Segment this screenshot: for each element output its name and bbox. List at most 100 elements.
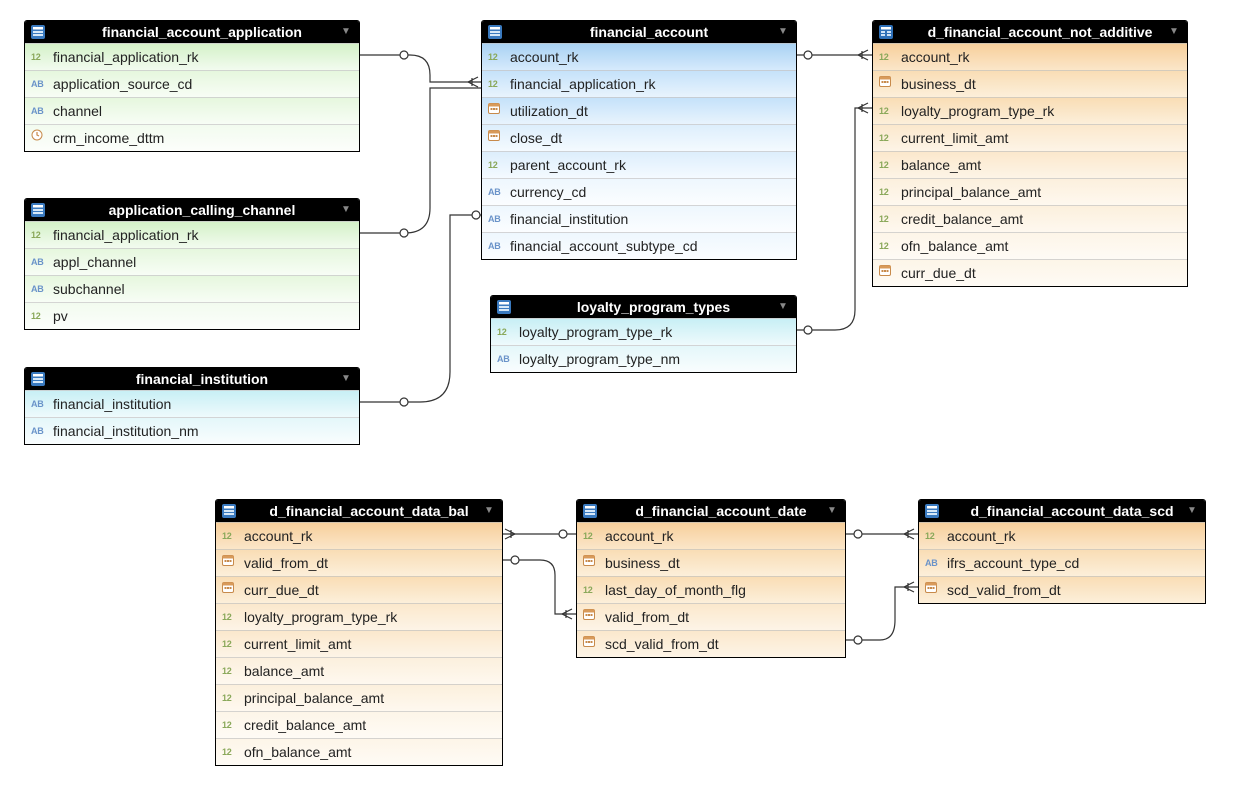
- column-row[interactable]: ABfinancial_institution: [482, 205, 796, 232]
- entity-title: d_financial_account_data_scd: [939, 500, 1205, 522]
- entity-loyalty_program_types[interactable]: loyalty_program_types▼12loyalty_program_…: [490, 295, 797, 373]
- datatype-badge: AB: [497, 346, 513, 372]
- column-row[interactable]: ABchannel: [25, 97, 359, 124]
- column-row[interactable]: 12balance_amt: [873, 151, 1187, 178]
- column-row[interactable]: curr_due_dt: [216, 576, 502, 603]
- column-row[interactable]: valid_from_dt: [577, 603, 845, 630]
- chevron-down-icon[interactable]: ▼: [1165, 21, 1183, 43]
- column-row[interactable]: utilization_dt: [482, 97, 796, 124]
- column-row[interactable]: 12credit_balance_amt: [216, 711, 502, 738]
- column-row[interactable]: 12account_rk: [919, 522, 1205, 549]
- datatype-badge: 12: [925, 523, 941, 549]
- table-icon: [583, 504, 597, 518]
- column-row[interactable]: ABloyalty_program_type_nm: [491, 345, 796, 372]
- column-name: ofn_balance_amt: [244, 739, 351, 765]
- column-row[interactable]: 12loyalty_program_type_rk: [873, 97, 1187, 124]
- column-name: current_limit_amt: [901, 125, 1008, 151]
- entity-financial_account[interactable]: financial_account▼12account_rk12financia…: [481, 20, 797, 260]
- column-name: financial_application_rk: [510, 71, 656, 97]
- column-row[interactable]: 12financial_application_rk: [25, 221, 359, 248]
- column-row[interactable]: 12last_day_of_month_flg: [577, 576, 845, 603]
- entity-header[interactable]: loyalty_program_types▼: [491, 296, 796, 318]
- datatype-badge: AB: [31, 249, 47, 275]
- column-row[interactable]: 12principal_balance_amt: [873, 178, 1187, 205]
- column-row[interactable]: 12parent_account_rk: [482, 151, 796, 178]
- chevron-down-icon[interactable]: ▼: [823, 500, 841, 522]
- column-row[interactable]: 12credit_balance_amt: [873, 205, 1187, 232]
- column-row[interactable]: 12ofn_balance_amt: [216, 738, 502, 765]
- entity-header[interactable]: financial_account▼: [482, 21, 796, 43]
- column-name: credit_balance_amt: [244, 712, 366, 738]
- entity-d_financial_account_data_scd[interactable]: d_financial_account_data_scd▼12account_r…: [918, 499, 1206, 604]
- column-row[interactable]: ABfinancial_institution_nm: [25, 417, 359, 444]
- table-icon: [222, 504, 236, 518]
- column-row[interactable]: 12account_rk: [577, 522, 845, 549]
- column-row[interactable]: 12loyalty_program_type_rk: [216, 603, 502, 630]
- column-row[interactable]: ABifrs_account_type_cd: [919, 549, 1205, 576]
- chevron-down-icon[interactable]: ▼: [337, 21, 355, 43]
- entity-header[interactable]: financial_account_application▼: [25, 21, 359, 43]
- column-row[interactable]: ABappl_channel: [25, 248, 359, 275]
- column-row[interactable]: 12account_rk: [216, 522, 502, 549]
- chevron-down-icon[interactable]: ▼: [480, 500, 498, 522]
- column-row[interactable]: business_dt: [577, 549, 845, 576]
- column-row[interactable]: 12pv: [25, 302, 359, 329]
- column-row[interactable]: 12loyalty_program_type_rk: [491, 318, 796, 345]
- entity-header[interactable]: d_financial_account_data_bal▼: [216, 500, 502, 522]
- entity-d_financial_account_not_additive[interactable]: d_financial_account_not_additive▼12accou…: [872, 20, 1188, 287]
- chevron-down-icon[interactable]: ▼: [774, 296, 792, 318]
- datatype-badge: AB: [31, 276, 47, 302]
- chevron-down-icon[interactable]: ▼: [1183, 500, 1201, 522]
- column-row[interactable]: 12financial_application_rk: [25, 43, 359, 70]
- entity-header[interactable]: d_financial_account_not_additive▼: [873, 21, 1187, 43]
- column-row[interactable]: 12principal_balance_amt: [216, 684, 502, 711]
- clock-icon: [31, 125, 47, 151]
- entity-title: application_calling_channel: [45, 199, 359, 221]
- entity-application_calling_channel[interactable]: application_calling_channel▼12financial_…: [24, 198, 360, 330]
- datatype-badge: 12: [222, 658, 238, 684]
- chevron-down-icon[interactable]: ▼: [337, 368, 355, 390]
- datatype-badge: 12: [583, 523, 599, 549]
- column-name: scd_valid_from_dt: [605, 631, 719, 657]
- entity-header[interactable]: d_financial_account_data_scd▼: [919, 500, 1205, 522]
- column-name: appl_channel: [53, 249, 136, 275]
- column-row[interactable]: scd_valid_from_dt: [919, 576, 1205, 603]
- column-row[interactable]: scd_valid_from_dt: [577, 630, 845, 657]
- column-row[interactable]: 12current_limit_amt: [873, 124, 1187, 151]
- column-row[interactable]: 12account_rk: [873, 43, 1187, 70]
- column-row[interactable]: ABfinancial_account_subtype_cd: [482, 232, 796, 259]
- column-row[interactable]: valid_from_dt: [216, 549, 502, 576]
- table-icon: [31, 372, 45, 386]
- entity-financial_account_application[interactable]: financial_account_application▼12financia…: [24, 20, 360, 152]
- column-row[interactable]: curr_due_dt: [873, 259, 1187, 286]
- column-name: ifrs_account_type_cd: [947, 550, 1079, 576]
- column-row[interactable]: 12account_rk: [482, 43, 796, 70]
- column-row[interactable]: business_dt: [873, 70, 1187, 97]
- entity-financial_institution[interactable]: financial_institution▼ABfinancial_instit…: [24, 367, 360, 445]
- entity-header[interactable]: d_financial_account_date▼: [577, 500, 845, 522]
- chevron-down-icon[interactable]: ▼: [337, 199, 355, 221]
- column-row[interactable]: 12financial_application_rk: [482, 70, 796, 97]
- datatype-badge: 12: [879, 152, 895, 178]
- column-name: utilization_dt: [510, 98, 588, 124]
- column-row[interactable]: 12current_limit_amt: [216, 630, 502, 657]
- column-row[interactable]: ABfinancial_institution: [25, 390, 359, 417]
- chevron-down-icon[interactable]: ▼: [774, 21, 792, 43]
- column-name: crm_income_dttm: [53, 125, 164, 151]
- column-row[interactable]: 12balance_amt: [216, 657, 502, 684]
- entity-d_financial_account_date[interactable]: d_financial_account_date▼12account_rkbus…: [576, 499, 846, 658]
- column-name: business_dt: [605, 550, 680, 576]
- column-row[interactable]: close_dt: [482, 124, 796, 151]
- calendar-icon: [583, 604, 599, 630]
- column-row[interactable]: crm_income_dttm: [25, 124, 359, 151]
- entity-header[interactable]: financial_institution▼: [25, 368, 359, 390]
- column-row[interactable]: ABcurrency_cd: [482, 178, 796, 205]
- entity-header[interactable]: application_calling_channel▼: [25, 199, 359, 221]
- column-row[interactable]: 12ofn_balance_amt: [873, 232, 1187, 259]
- entity-title: d_financial_account_date: [597, 500, 845, 522]
- column-row[interactable]: ABapplication_source_cd: [25, 70, 359, 97]
- entity-d_financial_account_data_bal[interactable]: d_financial_account_data_bal▼12account_r…: [215, 499, 503, 766]
- table-icon: [488, 25, 502, 39]
- column-name: close_dt: [510, 125, 562, 151]
- column-row[interactable]: ABsubchannel: [25, 275, 359, 302]
